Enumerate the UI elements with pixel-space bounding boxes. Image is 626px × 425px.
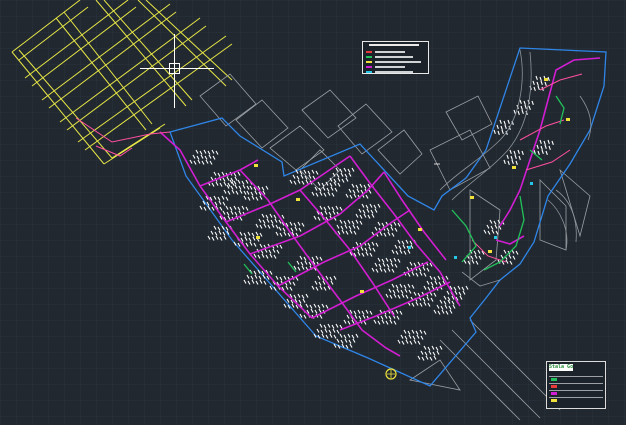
legend-text-line (375, 65, 405, 68)
title-block-key (551, 392, 557, 395)
title-block-row (549, 390, 603, 396)
drawing-canvas[interactable] (0, 0, 626, 425)
company-logo: Stala Go (549, 364, 573, 371)
title-block-row (549, 376, 603, 382)
legend-swatch (366, 50, 372, 53)
legend-swatch (366, 60, 372, 63)
title-block-key (551, 399, 557, 402)
model-space-grid (0, 0, 626, 425)
title-block-key (551, 385, 557, 388)
legend-swatch (366, 55, 372, 58)
legend-text-line (375, 50, 405, 53)
title-block-row (549, 383, 603, 389)
title-block-key (551, 378, 557, 381)
title-block: Stala Go (546, 361, 606, 409)
legend-entry (366, 69, 426, 74)
legend-text-line (375, 55, 413, 58)
legend-title-line (369, 44, 419, 46)
legend-text-line (375, 60, 421, 63)
legend-box (362, 41, 429, 74)
legend-swatch (366, 65, 372, 68)
title-block-row (549, 397, 603, 403)
legend-swatch (366, 70, 372, 73)
cad-viewport[interactable]: Stala Go (0, 0, 626, 425)
legend-text-line (375, 70, 413, 73)
crosshair-pickbox (169, 63, 180, 74)
